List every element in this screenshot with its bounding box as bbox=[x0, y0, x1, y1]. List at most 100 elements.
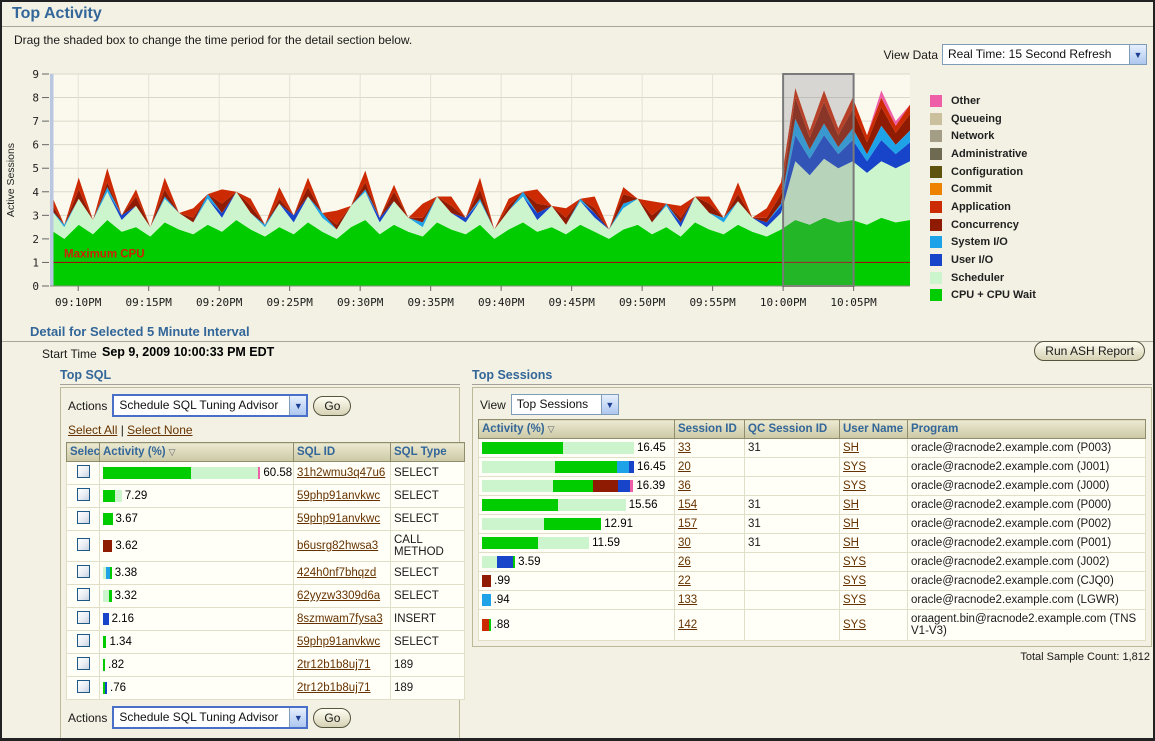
user-name-link[interactable]: SYS bbox=[843, 575, 866, 587]
table-row: 7.29 59php91anvkwc SELECT bbox=[66, 484, 465, 508]
bar-segment-application bbox=[482, 619, 489, 631]
user-name-link[interactable]: SYS bbox=[843, 619, 866, 631]
activity-bar bbox=[482, 619, 491, 631]
sql-id-link[interactable]: 31h2wmu3q47u6 bbox=[297, 467, 385, 479]
column-header: Session ID bbox=[674, 419, 745, 439]
legend-swatch-icon bbox=[930, 289, 942, 302]
bar-segment-system_io bbox=[617, 461, 630, 473]
user-name-link[interactable]: SH bbox=[843, 499, 859, 511]
session-id-link[interactable]: 33 bbox=[678, 442, 691, 454]
bar-segment-user_io bbox=[618, 480, 631, 492]
sql-id-link[interactable]: 62yyzw3309d6a bbox=[297, 590, 380, 602]
sql-actions-select[interactable]: Schedule SQL Tuning Advisor ▼ bbox=[112, 394, 309, 417]
page-title: Top Activity bbox=[12, 5, 102, 22]
bar-segment-cpu bbox=[109, 567, 112, 579]
sql-id-link[interactable]: 2tr12b1b8uj71 bbox=[297, 682, 371, 694]
view-data-select[interactable]: Real Time: 15 Second Refresh ▼ bbox=[942, 44, 1147, 65]
bar-segment-user_io bbox=[103, 613, 109, 625]
sql-actions-go-button[interactable]: Go bbox=[313, 395, 352, 416]
sql-id-link[interactable]: 8szmwam7fysa3 bbox=[297, 613, 383, 625]
row-checkbox[interactable] bbox=[76, 611, 90, 624]
bar-segment-cpu bbox=[512, 556, 516, 568]
activity-bar bbox=[103, 590, 112, 602]
bar-segment-other bbox=[630, 480, 634, 492]
user-name-link[interactable]: SYS bbox=[843, 556, 866, 568]
start-time-value: Sep 9, 2009 10:00:33 PM EDT bbox=[102, 345, 275, 359]
activity-chart-svg: Maximum CPU 0 1 2 3 4 5 6 7 8 9 09:10PM 09:15PM 09:20… bbox=[5, 68, 910, 309]
qc-session-id bbox=[744, 609, 840, 641]
activity-bar bbox=[482, 499, 626, 511]
row-checkbox[interactable] bbox=[76, 488, 90, 501]
qc-session-id: 31 bbox=[744, 533, 840, 553]
user-name-link[interactable]: SYS bbox=[843, 594, 866, 606]
top-sessions-table: Activity (%) ▽ Session ID QC Session ID User… bbox=[478, 419, 1146, 641]
table-row: 3.62 b6usrg82hwsa3 CALL METHOD bbox=[66, 530, 465, 562]
max-cpu-label: Maximum CPU bbox=[64, 248, 145, 260]
x-tick-label: 09:30PM bbox=[337, 296, 384, 309]
row-checkbox[interactable] bbox=[76, 565, 90, 578]
qc-session-id bbox=[744, 571, 840, 591]
svg-text:9: 9 bbox=[32, 68, 39, 81]
legend-label: Queueing bbox=[951, 112, 1002, 125]
session-id-link[interactable]: 154 bbox=[678, 499, 697, 511]
top-sql-heading: Top SQL bbox=[60, 368, 460, 385]
sql-id-link[interactable]: 2tr12b1b8uj71 bbox=[297, 659, 371, 671]
sql-actions-go-button-bottom[interactable]: Go bbox=[313, 707, 352, 728]
row-checkbox[interactable] bbox=[76, 657, 90, 670]
sql-actions-select-bottom[interactable]: Schedule SQL Tuning Advisor ▼ bbox=[112, 706, 309, 729]
table-row: 60.58 31h2wmu3q47u6 SELECT bbox=[66, 461, 465, 485]
session-id-link[interactable]: 22 bbox=[678, 575, 691, 587]
legend-item: Concurrency bbox=[930, 216, 1036, 234]
table-row: 1.34 59php91anvkwc SELECT bbox=[66, 630, 465, 654]
select-all-link[interactable]: Select All bbox=[68, 423, 117, 437]
row-checkbox[interactable] bbox=[76, 634, 90, 647]
activity-bar bbox=[103, 613, 109, 625]
x-tick-label: 09:55PM bbox=[689, 296, 736, 309]
sql-id-link[interactable]: 59php91anvkwc bbox=[297, 490, 380, 502]
sql-id-link[interactable]: b6usrg82hwsa3 bbox=[297, 540, 378, 552]
svg-text:2: 2 bbox=[32, 233, 39, 246]
activity-value: 3.62 bbox=[115, 540, 138, 552]
actions-label: Actions bbox=[68, 398, 108, 413]
session-id-link[interactable]: 133 bbox=[678, 594, 697, 606]
session-id-link[interactable]: 30 bbox=[678, 537, 691, 549]
sessions-view-select[interactable]: Top Sessions ▼ bbox=[510, 394, 619, 415]
user-name-link[interactable]: SH bbox=[843, 537, 859, 549]
row-checkbox[interactable] bbox=[76, 465, 90, 478]
top-sql-table: SelectActivity (%)▽SQL IDSQL Type 60.58 31… bbox=[66, 442, 465, 700]
bar-segment-scheduler bbox=[482, 556, 497, 568]
sql-id-link[interactable]: 59php91anvkwc bbox=[297, 636, 380, 648]
bar-segment-cpu bbox=[553, 480, 593, 492]
chevron-down-icon: ▼ bbox=[289, 708, 307, 727]
user-name-link[interactable]: SH bbox=[843, 442, 859, 454]
sql-id-link[interactable]: 59php91anvkwc bbox=[297, 513, 380, 525]
time-selection-box[interactable] bbox=[782, 73, 855, 287]
table-row: 16.39 36 SYS oracle@racnode2.example.com (J… bbox=[478, 476, 1146, 496]
legend-swatch-icon bbox=[930, 147, 942, 160]
legend-item: User I/O bbox=[930, 251, 1036, 269]
select-none-link[interactable]: Select None bbox=[127, 423, 192, 437]
legend-swatch-icon bbox=[930, 200, 942, 213]
row-checkbox[interactable] bbox=[76, 538, 90, 551]
row-checkbox[interactable] bbox=[76, 511, 90, 524]
actions-label: Actions bbox=[68, 710, 108, 725]
column-header[interactable]: Activity (%) ▽ bbox=[99, 442, 294, 462]
session-id-link[interactable]: 142 bbox=[678, 619, 697, 631]
row-checkbox[interactable] bbox=[76, 680, 90, 693]
activity-bar bbox=[103, 636, 107, 648]
sql-type: SELECT bbox=[390, 630, 465, 654]
row-checkbox[interactable] bbox=[76, 588, 90, 601]
user-name-link[interactable]: SH bbox=[843, 518, 859, 530]
run-ash-report-button[interactable]: Run ASH Report bbox=[1034, 341, 1145, 361]
user-name-link[interactable]: SYS bbox=[843, 461, 866, 473]
legend-label: Configuration bbox=[951, 165, 1024, 178]
column-header[interactable]: Activity (%) ▽ bbox=[478, 419, 675, 439]
session-id-link[interactable]: 157 bbox=[678, 518, 697, 530]
chevron-down-icon: ▼ bbox=[600, 395, 618, 414]
session-id-link[interactable]: 20 bbox=[678, 461, 691, 473]
session-id-link[interactable]: 26 bbox=[678, 556, 691, 568]
table-row: 3.32 62yyzw3309d6a SELECT bbox=[66, 584, 465, 608]
user-name-link[interactable]: SYS bbox=[843, 480, 866, 492]
sql-id-link[interactable]: 424h0nf7bhqzd bbox=[297, 567, 376, 579]
session-id-link[interactable]: 36 bbox=[678, 480, 691, 492]
